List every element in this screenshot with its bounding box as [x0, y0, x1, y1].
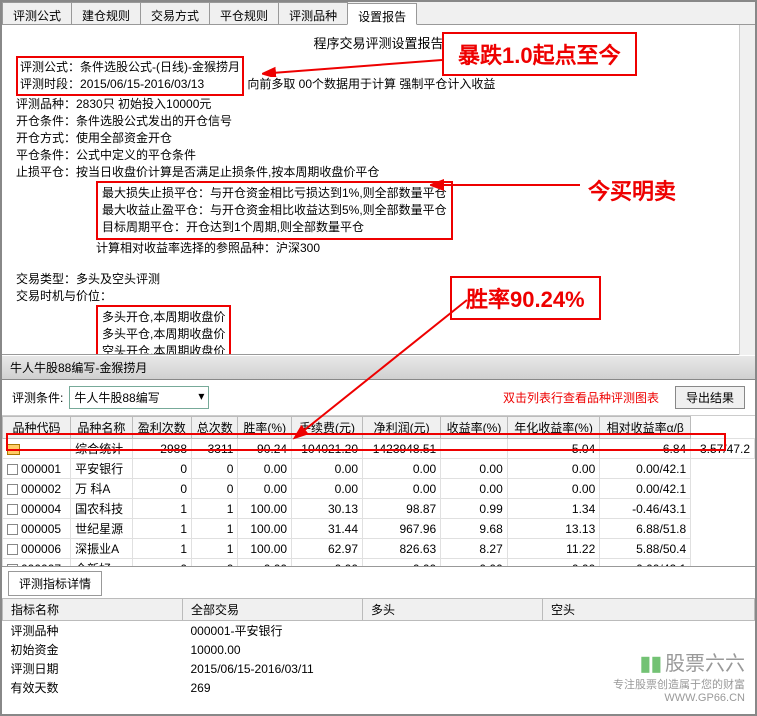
row-checkbox[interactable] [7, 464, 18, 475]
col-header[interactable]: 品种名称 [71, 417, 133, 439]
report-timing-label: 交易时机与价位： [16, 288, 741, 305]
watermark: ▮▮ 股票六六 专注股票创造属于您的财富 WWW.GP66.CN [613, 647, 745, 704]
report-trade-type: 交易类型：多头及空头评测 [16, 271, 741, 288]
table-row[interactable]: 000001平安银行000.000.000.000.000.000.00/42.… [3, 459, 755, 479]
highlight-timing: 多头开仓,本周期收盘价 多头平仓,本周期收盘价 空头开仓,本周期收盘价 空头平仓… [96, 305, 231, 355]
tab-close-rules[interactable]: 平仓规则 [209, 2, 279, 24]
tab-trade-type[interactable]: 交易方式 [140, 2, 210, 24]
results-table-wrap: 品种代码品种名称盈利次数总次数胜率(%)手续费(元)净利润(元)收益率(%)年化… [2, 416, 755, 566]
report-products: 评测品种：2830只 初始投入10000元 [16, 96, 741, 113]
chevron-down-icon: ▾ [198, 389, 204, 403]
table-row[interactable]: 000004国农科技11100.0030.1398.870.991.34-0.4… [3, 499, 755, 519]
row-checkbox[interactable] [7, 544, 18, 555]
report-close-cond: 平仓条件：公式中定义的平仓条件 [16, 147, 741, 164]
table-row[interactable]: 000002万 科A000.000.000.000.000.000.00/42.… [3, 479, 755, 499]
report-panel: 程序交易评测设置报告 评测公式：条件选股公式-(日线)-金猴捞月 评测时段：20… [2, 25, 755, 355]
table-row[interactable]: 000007全新好000.000.000.000.000.000.00/42.1 [3, 559, 755, 567]
highlight-formula-range: 评测公式：条件选股公式-(日线)-金猴捞月 评测时段：2015/06/15-20… [16, 56, 244, 96]
report-ref: 计算相对收益率选择的参照品种：沪深300 [96, 240, 741, 257]
col-header[interactable]: 盈利次数 [132, 417, 191, 439]
table-row[interactable]: ------综合统计2988331190.24104021.201423948.… [3, 439, 755, 459]
filter-select[interactable]: 牛人牛股88编写 ▾ [69, 386, 209, 409]
tab-report[interactable]: 设置报告 [347, 3, 417, 25]
logo-icon: ▮▮ [640, 651, 662, 676]
tab-open-rules[interactable]: 建仓规则 [71, 2, 141, 24]
col-header[interactable]: 相对收益率α/β [600, 417, 691, 439]
report-open-cond: 开仓条件：条件选股公式发出的开仓信号 [16, 113, 741, 130]
col-header[interactable]: 胜率(%) [238, 417, 292, 439]
row-checkbox[interactable] [7, 564, 18, 566]
report-stoploss: 止损平仓：按当日收盘价计算是否满足止损条件,按本周期收盘价平仓 [16, 164, 741, 181]
col-header[interactable]: 手续费(元) [292, 417, 363, 439]
col-header[interactable]: 净利润(元) [363, 417, 441, 439]
table-row[interactable]: 000005世纪星源11100.0031.44967.969.6813.136.… [3, 519, 755, 539]
folder-icon [7, 444, 20, 455]
results-table[interactable]: 品种代码品种名称盈利次数总次数胜率(%)手续费(元)净利润(元)收益率(%)年化… [2, 416, 755, 566]
window-title-2: 牛人牛股88编写-金猴捞月 [2, 355, 755, 380]
detail-row: 评测品种000001-平安银行 [3, 621, 755, 641]
row-checkbox[interactable] [7, 524, 18, 535]
col-header[interactable]: 品种代码 [3, 417, 71, 439]
col-header[interactable]: 年化收益率(%) [507, 417, 600, 439]
table-row[interactable]: 000006深振业A11100.0062.97826.638.2711.225.… [3, 539, 755, 559]
report-scrollbar[interactable] [739, 25, 755, 355]
table-hint: 双击列表行查看品种评测图表 [503, 389, 659, 406]
report-title: 程序交易评测设置报告 [16, 33, 741, 52]
report-open-type: 开仓方式：使用全部资金开仓 [16, 130, 741, 147]
top-tabs: 评测公式 建仓规则 交易方式 平仓规则 评测品种 设置报告 [2, 2, 755, 25]
highlight-stop-rules: 最大损失止损平仓：与开仓资金相比亏损达到1%,则全部数量平仓 最大收益止盈平仓：… [96, 181, 453, 240]
tab-products[interactable]: 评测品种 [278, 2, 348, 24]
row-checkbox[interactable] [7, 484, 18, 495]
detail-tab[interactable]: 评测指标详情 [8, 571, 102, 596]
filter-label: 评测条件: [12, 389, 63, 406]
export-button[interactable]: 导出结果 [675, 386, 745, 409]
col-header[interactable]: 总次数 [192, 417, 238, 439]
filter-row: 评测条件: 牛人牛股88编写 ▾ 双击列表行查看品种评测图表 导出结果 [2, 380, 755, 416]
row-checkbox[interactable] [7, 504, 18, 515]
col-header[interactable]: 收益率(%) [441, 417, 508, 439]
tab-formula[interactable]: 评测公式 [2, 2, 72, 24]
